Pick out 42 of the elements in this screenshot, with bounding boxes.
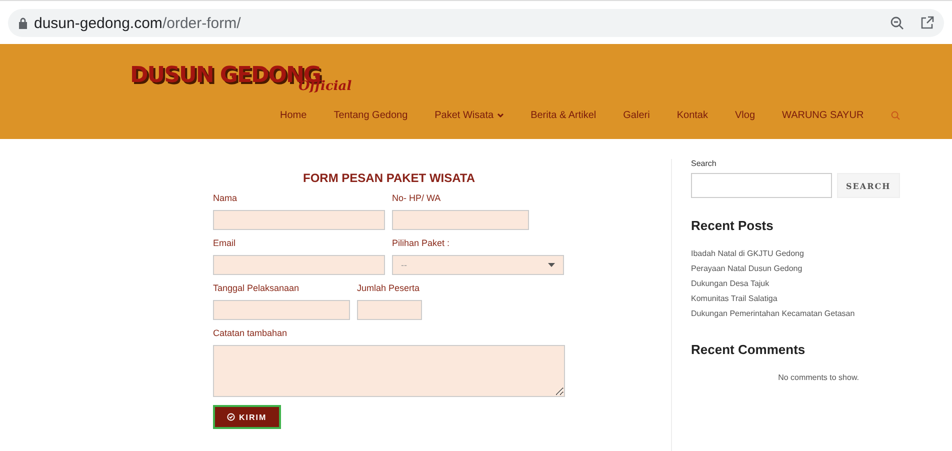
input-field[interactable] [213,255,385,275]
submit-button[interactable]: KIRIM [213,405,281,429]
empty-message: No comments to show. [777,373,859,382]
notes-field[interactable] [213,345,565,397]
zoom-out-icon[interactable] [890,16,904,30]
nav-link[interactable]: Home [280,110,307,121]
form-title: FORM PESAN PAKET WISATA [302,171,476,185]
caret-icon [548,263,555,267]
nav-link[interactable]: Tentang Gedong [334,110,408,121]
input-field[interactable] [213,300,350,320]
nav-link[interactable]: Galeri [623,110,650,121]
nav-link[interactable]: Paket Wisata [434,110,504,121]
search-icon[interactable] [890,111,900,120]
nav-link[interactable]: WARUNG SAYUR [782,110,864,121]
chevron-down-icon [496,113,504,118]
field-label: Nama [213,193,238,203]
field-label: Pilihan Paket : [392,238,451,248]
post-link[interactable]: Perayaan Natal Dusun Gedong [691,264,802,273]
post-link[interactable]: Dukungan Desa Tajuk [691,279,770,288]
input-field[interactable] [392,210,529,230]
input-field[interactable] [213,210,385,230]
post-link[interactable]: Dukungan Pemerintahan Kecamatan Getasan [691,309,855,318]
search-button[interactable]: SEARCH [837,173,900,198]
field-label: Email [213,238,237,248]
nav-link[interactable]: Berita & Artikel [530,110,596,121]
input-field[interactable] [357,300,422,320]
nav-link[interactable]: Kontak [676,110,708,121]
field-label: Jumlah Peserta [357,283,421,293]
nav-link[interactable]: Vlog [734,110,755,121]
widget-title: Recent Comments [691,342,806,357]
field-label: No- HP/ WA [392,193,442,203]
dropdown-field[interactable]: -- [392,255,564,275]
lock-icon [18,17,28,29]
share-icon[interactable] [920,16,934,30]
check-circle-icon [227,413,235,421]
post-link[interactable]: Komunitas Trail Salatiga [691,294,778,303]
field-label: Tanggal Pelaksanaan [213,283,300,293]
search-label: Search [691,159,716,168]
post-link[interactable]: Ibadah Natal di GKJTU Gedong [691,249,804,258]
widget-title: Recent Posts [691,218,774,233]
search-field[interactable] [691,173,832,198]
field-label: Catatan tambahan [213,328,288,338]
